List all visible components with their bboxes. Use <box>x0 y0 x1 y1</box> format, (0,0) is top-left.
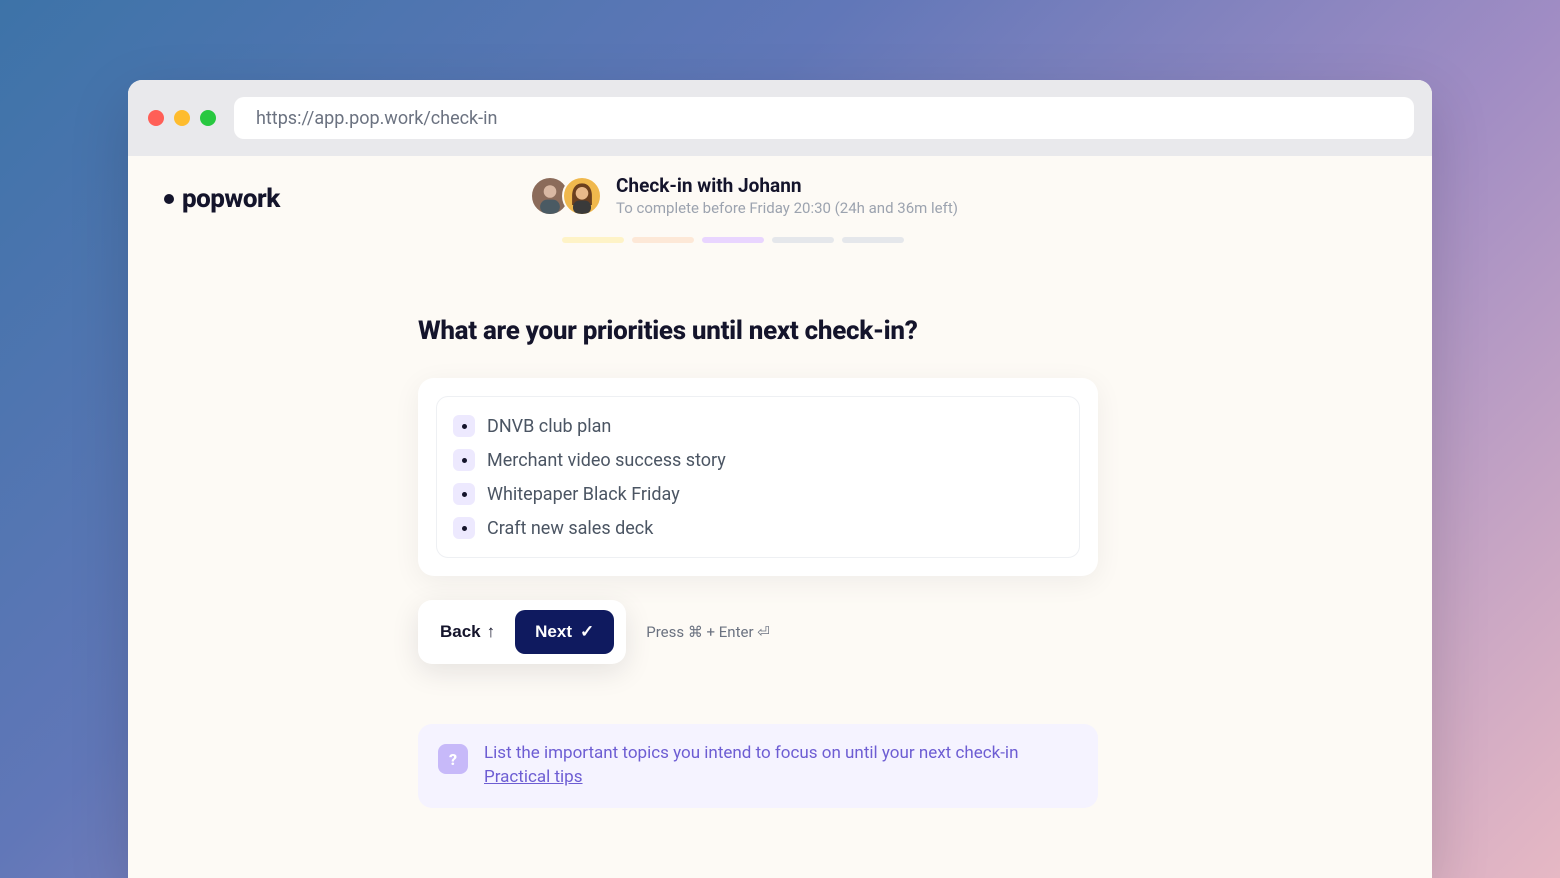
tip-text-block: List the important topics you intend to … <box>484 742 1018 790</box>
browser-window: https://app.pop.work/check-in popwork <box>128 80 1432 878</box>
browser-chrome: https://app.pop.work/check-in <box>128 80 1432 156</box>
check-icon: ✓ <box>580 622 594 642</box>
brand-logo-dot-icon <box>164 194 174 204</box>
window-controls <box>148 110 216 126</box>
brand-name: popwork <box>182 184 280 214</box>
help-icon: ? <box>438 744 468 774</box>
bullet-icon <box>453 517 475 539</box>
priority-text: DNVB club plan <box>487 416 611 437</box>
shortcut-prefix: Press <box>646 623 688 641</box>
window-close-icon[interactable] <box>148 110 164 126</box>
progress-segment <box>702 237 764 243</box>
avatar-stack <box>530 176 602 216</box>
header-text: Check-in with Johann To complete before … <box>616 174 958 217</box>
window-maximize-icon[interactable] <box>200 110 216 126</box>
priority-text: Craft new sales deck <box>487 518 653 539</box>
address-bar-url: https://app.pop.work/check-in <box>256 108 497 129</box>
avatar <box>562 176 602 216</box>
priorities-input[interactable]: DNVB club plan Merchant video success st… <box>436 396 1080 558</box>
next-button[interactable]: Next ✓ <box>515 610 614 654</box>
practical-tips-link[interactable]: Practical tips <box>484 766 1018 790</box>
bullet-icon <box>453 449 475 471</box>
checkin-deadline: To complete before Friday 20:30 (24h and… <box>616 199 958 217</box>
priority-text: Whitepaper Black Friday <box>487 484 680 505</box>
answer-card: DNVB club plan Merchant video success st… <box>418 378 1098 576</box>
person-icon <box>564 176 600 216</box>
header-row: Check-in with Johann To complete before … <box>530 174 1210 217</box>
progress-segment <box>842 237 904 243</box>
checkin-header: Check-in with Johann To complete before … <box>530 174 1210 243</box>
arrow-up-icon: ↑ <box>487 622 496 642</box>
back-label: Back <box>440 622 481 642</box>
priority-text: Merchant video success story <box>487 450 726 471</box>
question-title: What are your priorities until next chec… <box>418 316 1098 346</box>
next-label: Next <box>535 622 572 642</box>
app-body: popwork <box>128 156 1432 878</box>
progress-segment <box>562 237 624 243</box>
stage: https://app.pop.work/check-in popwork <box>0 0 1560 878</box>
nav-row: Back ↑ Next ✓ Press ⌘ + Enter ⏎ <box>418 600 1098 664</box>
list-item[interactable]: Craft new sales deck <box>451 511 1065 545</box>
list-item[interactable]: DNVB club plan <box>451 409 1065 443</box>
content: What are your priorities until next chec… <box>418 316 1098 808</box>
bullet-icon <box>453 415 475 437</box>
list-item[interactable]: Whitepaper Black Friday <box>451 477 1065 511</box>
shortcut-keys: ⌘ + Enter ⏎ <box>688 623 770 641</box>
tip-card: ? List the important topics you intend t… <box>418 724 1098 808</box>
progress-bar <box>562 237 1210 243</box>
progress-segment <box>632 237 694 243</box>
progress-segment <box>772 237 834 243</box>
checkin-title: Check-in with Johann <box>616 174 958 197</box>
keyboard-shortcut-hint: Press ⌘ + Enter ⏎ <box>646 623 770 641</box>
nav-card: Back ↑ Next ✓ <box>418 600 626 664</box>
list-item[interactable]: Merchant video success story <box>451 443 1065 477</box>
brand-logo[interactable]: popwork <box>164 184 280 214</box>
back-button[interactable]: Back ↑ <box>430 614 505 650</box>
tip-text: List the important topics you intend to … <box>484 742 1018 766</box>
bullet-icon <box>453 483 475 505</box>
address-bar[interactable]: https://app.pop.work/check-in <box>234 97 1414 139</box>
window-minimize-icon[interactable] <box>174 110 190 126</box>
